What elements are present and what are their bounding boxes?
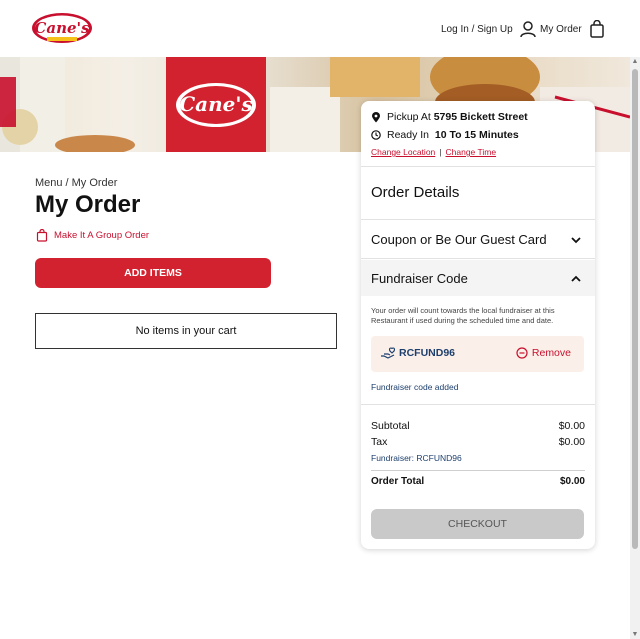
scroll-down-arrow-icon[interactable]: ▼ bbox=[631, 631, 639, 638]
fundraiser-code: RCFUND96 bbox=[399, 347, 456, 359]
subtotal-row: Subtotal $0.00 bbox=[371, 420, 585, 432]
order-total-value: $0.00 bbox=[559, 476, 585, 487]
tax-label: Tax bbox=[371, 436, 388, 448]
bag-icon bbox=[36, 229, 48, 242]
subtotal-value: $0.00 bbox=[558, 420, 585, 432]
tax-value: $0.00 bbox=[558, 436, 585, 448]
order-total-row: Order Total $0.00 bbox=[371, 476, 585, 487]
chevron-down-icon bbox=[571, 237, 581, 244]
donation-hand-icon bbox=[381, 347, 396, 359]
empty-cart-message: No items in your cart bbox=[135, 325, 237, 337]
order-summary-card: Pickup At 5795 Bickett Street Ready In 1… bbox=[361, 101, 595, 549]
shopping-bag-icon bbox=[589, 20, 604, 38]
login-link[interactable]: Log In / Sign Up bbox=[441, 20, 537, 38]
change-links: Change Location | Change Time bbox=[371, 147, 496, 157]
clock-icon bbox=[371, 130, 381, 140]
breadcrumb: Menu / My Order bbox=[35, 177, 117, 189]
empty-cart-box: No items in your cart bbox=[35, 313, 337, 349]
pickup-prefix: Pickup At bbox=[387, 111, 431, 123]
breadcrumb-separator: / bbox=[65, 177, 69, 189]
fundraiser-panel: Your order will count towards the local … bbox=[361, 296, 595, 405]
add-items-button[interactable]: ADD ITEMS bbox=[35, 258, 271, 288]
scroll-up-arrow-icon[interactable]: ▲ bbox=[631, 58, 639, 65]
remove-fundraiser-button[interactable]: Remove bbox=[516, 347, 571, 359]
order-details-header: Order Details bbox=[361, 168, 595, 220]
my-order-label: My Order bbox=[540, 23, 582, 35]
svg-text:Cane's: Cane's bbox=[179, 92, 253, 116]
ready-prefix: Ready In bbox=[387, 129, 430, 141]
chevron-up-icon bbox=[571, 275, 581, 282]
totals-divider bbox=[371, 470, 585, 471]
page-title: My Order bbox=[35, 191, 141, 218]
order-details-title: Order Details bbox=[371, 184, 460, 201]
pickup-location-row: Pickup At 5795 Bickett Street bbox=[371, 111, 528, 123]
fundraiser-code-chip: RCFUND96 Remove bbox=[371, 336, 584, 372]
site-header: Cane's Log In / Sign Up My Order bbox=[0, 0, 630, 57]
change-location-link[interactable]: Change Location bbox=[371, 147, 435, 157]
my-order-link[interactable]: My Order bbox=[540, 20, 606, 38]
checkout-button[interactable]: CHECKOUT bbox=[371, 509, 584, 539]
fundraiser-accordion[interactable]: Fundraiser Code bbox=[361, 260, 595, 296]
subtotal-label: Subtotal bbox=[371, 420, 410, 432]
user-icon bbox=[519, 21, 536, 38]
fundraiser-title: Fundraiser Code bbox=[371, 271, 468, 286]
coupon-accordion[interactable]: Coupon or Be Our Guest Card bbox=[361, 221, 595, 259]
pickup-location: 5795 Bickett Street bbox=[433, 111, 528, 123]
canes-logo[interactable]: Cane's bbox=[31, 11, 93, 45]
breadcrumb-menu-link[interactable]: Menu bbox=[35, 177, 63, 189]
minus-circle-icon bbox=[516, 347, 528, 359]
location-pin-icon bbox=[372, 111, 380, 122]
ready-time-row: Ready In 10 To 15 Minutes bbox=[371, 129, 519, 141]
ready-time: 10 To 15 Minutes bbox=[434, 129, 519, 141]
scrollbar-thumb[interactable] bbox=[632, 69, 638, 549]
page-scrollbar[interactable]: ▲ ▼ bbox=[630, 57, 640, 639]
fundraiser-added-message: Fundraiser code added bbox=[371, 382, 459, 392]
group-order-label: Make It A Group Order bbox=[54, 230, 150, 241]
link-separator: | bbox=[439, 147, 442, 157]
pickup-info: Pickup At 5795 Bickett Street Ready In 1… bbox=[361, 101, 595, 167]
group-order-link[interactable]: Make It A Group Order bbox=[36, 229, 149, 242]
change-time-link[interactable]: Change Time bbox=[446, 147, 497, 157]
svg-text:Cane's: Cane's bbox=[34, 19, 90, 37]
remove-label: Remove bbox=[531, 347, 571, 359]
breadcrumb-current: My Order bbox=[71, 177, 118, 189]
order-total-label: Order Total bbox=[371, 476, 425, 487]
fundraiser-summary: Fundraiser: RCFUND96 bbox=[371, 453, 462, 463]
fundraiser-note: Your order will count towards the local … bbox=[371, 306, 555, 325]
login-label: Log In / Sign Up bbox=[441, 23, 513, 35]
tax-row: Tax $0.00 bbox=[371, 436, 585, 448]
coupon-title: Coupon or Be Our Guest Card bbox=[371, 232, 547, 247]
